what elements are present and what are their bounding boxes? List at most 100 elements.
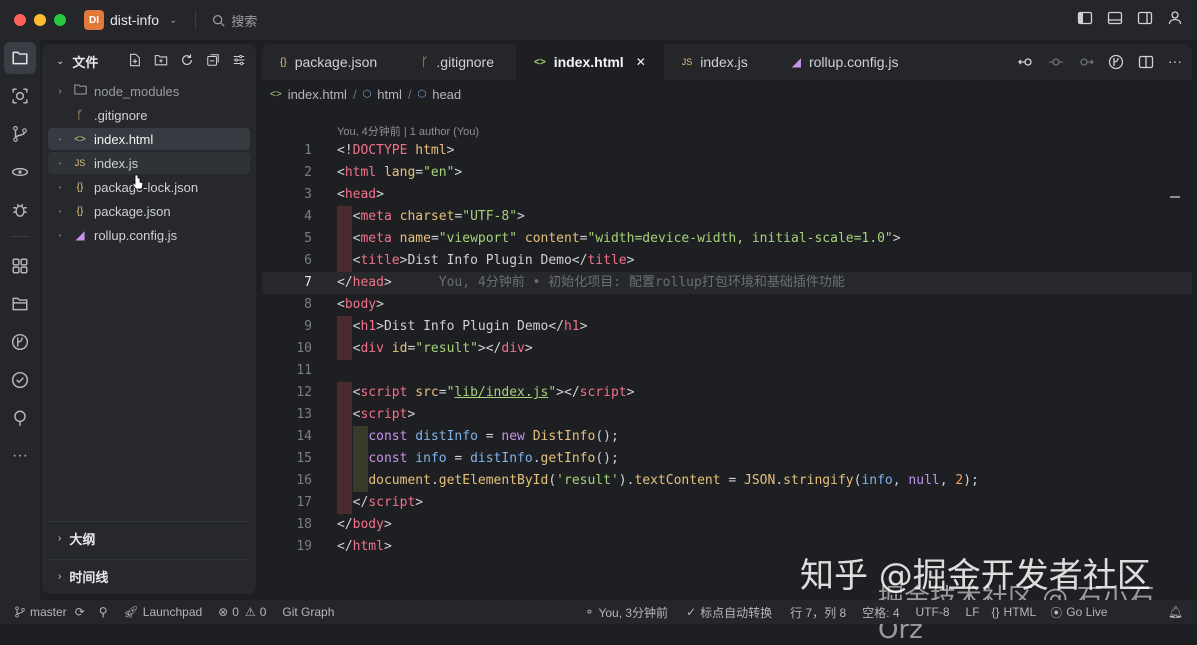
launchpad-button[interactable]: 🚀︎ Launchpad <box>124 605 203 619</box>
code-line: 16 document.getElementById('result').tex… <box>262 470 1192 492</box>
remote-icon[interactable] <box>4 364 36 396</box>
encoding[interactable]: UTF-8 <box>916 605 950 619</box>
tree-icon[interactable] <box>4 402 36 434</box>
tree-item-package-json[interactable]: • {} package.json <box>48 200 250 222</box>
title-divider <box>195 11 196 29</box>
git-graph-icon[interactable] <box>1108 54 1124 70</box>
chevron-right-icon: › <box>50 86 70 97</box>
toggle-panel-icon[interactable] <box>1107 10 1123 26</box>
indentation[interactable]: 空格: 4 <box>862 604 899 621</box>
blame-header[interactable]: You, 4分钟前 | 1 author (You) <box>337 123 479 139</box>
refresh-icon[interactable] <box>180 53 194 67</box>
title-bar: DI dist-info ⌄ 搜索 <box>0 0 1197 40</box>
extensions-icon[interactable] <box>4 250 36 282</box>
tab-index-js[interactable]: JS index.js <box>664 44 766 80</box>
tab-label: index.js <box>700 54 747 70</box>
line-ending[interactable]: LF <box>966 605 980 619</box>
js-file-icon: JS <box>70 158 90 168</box>
js-file-icon: JS <box>682 57 693 67</box>
close-icon[interactable]: ✕ <box>636 55 646 69</box>
code-line: 2<html lang="en"> <box>262 162 1192 184</box>
blame-status[interactable]: ⚬ You, 3分钟前 <box>584 604 668 621</box>
minimize-window-button[interactable] <box>34 14 46 26</box>
timeline-back-icon[interactable] <box>1018 54 1034 70</box>
breadcrumb-item[interactable]: head <box>432 87 461 102</box>
search-label: 搜索 <box>231 11 257 30</box>
git-graph-button[interactable]: Git Graph <box>282 605 334 619</box>
element-icon: ⬡ <box>363 89 372 100</box>
project-switcher[interactable]: DI dist-info ⌄ <box>84 10 177 30</box>
tree-item-index-js[interactable]: • JS index.js <box>48 152 250 174</box>
explorer-header[interactable]: ⌄ 文件 <box>42 44 256 78</box>
filter-icon[interactable] <box>232 53 246 67</box>
timeline-forward-icon[interactable] <box>1078 54 1094 70</box>
tab-rollup-config-js[interactable]: ◢ rollup.config.js <box>766 44 917 80</box>
html-file-icon: <> <box>534 57 546 68</box>
git-fetch-icon[interactable]: ⚲ <box>99 605 108 619</box>
project-name: dist-info <box>110 12 159 28</box>
html-file-icon: <> <box>270 89 282 100</box>
collapse-all-icon[interactable] <box>206 53 220 67</box>
toggle-secondary-sidebar-icon[interactable] <box>1137 10 1153 26</box>
account-icon[interactable] <box>1167 10 1183 26</box>
close-window-button[interactable] <box>14 14 26 26</box>
timeline-section[interactable]: › 时间线 <box>48 559 250 593</box>
search-icon[interactable] <box>4 80 36 112</box>
editor-tabs: {} package.json ᚴ .gitignore <> index.ht… <box>262 44 1192 80</box>
tree-item-label: rollup.config.js <box>94 228 177 243</box>
tab-label: rollup.config.js <box>809 54 899 70</box>
maximize-window-button[interactable] <box>54 14 66 26</box>
commit-icon[interactable] <box>1048 54 1064 70</box>
run-icon[interactable] <box>4 156 36 188</box>
code-line: 17 </script> <box>262 492 1192 514</box>
bell-icon[interactable]: 🔔︎ <box>1168 605 1183 619</box>
debug-icon[interactable] <box>4 194 36 226</box>
code-line: 10 <div id="result"></div> <box>262 338 1192 360</box>
language-mode[interactable]: {} HTML <box>992 605 1037 619</box>
new-file-icon[interactable] <box>128 53 142 67</box>
new-folder-icon[interactable] <box>154 53 168 67</box>
tree-item-rollup-config-js[interactable]: • ◢ rollup.config.js <box>48 224 250 246</box>
breadcrumb-item[interactable]: index.html <box>288 87 347 102</box>
tab-label: index.html <box>554 54 624 70</box>
warning-icon: ⚠ <box>245 605 256 619</box>
tree-item-gitignore[interactable]: ᚴ .gitignore <box>48 104 250 126</box>
more-icon[interactable]: ··· <box>4 440 36 472</box>
source-control-icon[interactable] <box>4 118 36 150</box>
tree-item-index-html[interactable]: • <> index.html <box>48 128 250 150</box>
chevron-down-icon: ⌄ <box>169 15 177 26</box>
tab-gitignore[interactable]: ᚴ .gitignore <box>395 44 512 80</box>
folder-icon[interactable] <box>4 288 36 320</box>
rocket-icon: 🚀︎ <box>124 605 139 619</box>
auto-convert-toggle[interactable]: ✓ 标点自动转换 <box>686 604 772 621</box>
split-editor-icon[interactable] <box>1138 54 1154 70</box>
go-live-button[interactable]: ⦿ Go Live <box>1050 604 1107 621</box>
explorer-panel: ⌄ 文件 › node_modules ᚴ .gitignore • <> in… <box>42 44 256 594</box>
rollup-file-icon: ◢ <box>70 228 90 242</box>
tab-label: .gitignore <box>436 54 494 70</box>
tree-item-node-modules[interactable]: › node_modules <box>48 80 250 102</box>
tree-item-package-lock-json[interactable]: • {} package-lock.json <box>48 176 250 198</box>
cursor-position[interactable]: 行 7，列 8 <box>790 604 846 621</box>
code-line: 3<head> <box>262 184 1192 206</box>
check-icon: ✓ <box>686 605 696 619</box>
outline-section[interactable]: › 大纲 <box>48 521 250 555</box>
more-actions-icon[interactable]: ··· <box>1168 54 1182 70</box>
toggle-sidebar-icon[interactable] <box>1077 10 1093 26</box>
scrollbar-marker[interactable] <box>1170 196 1180 198</box>
breadcrumb: <> index.html / ⬡ html / ⬡ head <box>270 84 461 104</box>
window-controls <box>14 14 66 26</box>
explorer-icon[interactable] <box>4 42 36 74</box>
problems-indicator[interactable]: ⊗ 0 ⚠ 0 <box>218 605 266 619</box>
code-line: 18</body> <box>262 514 1192 536</box>
tree-item-label: .gitignore <box>94 108 147 123</box>
tab-index-html[interactable]: <> index.html ✕ <box>516 44 664 80</box>
command-search[interactable]: 搜索 <box>212 11 257 30</box>
branch-indicator[interactable]: master ⟳ <box>14 605 85 619</box>
json-file-icon: {} <box>280 57 287 68</box>
broadcast-icon: ⦿ <box>1050 604 1062 621</box>
git-graph-icon[interactable] <box>4 326 36 358</box>
explorer-actions <box>128 53 246 67</box>
breadcrumb-item[interactable]: html <box>377 87 402 102</box>
tab-package-json[interactable]: {} package.json <box>262 44 395 80</box>
